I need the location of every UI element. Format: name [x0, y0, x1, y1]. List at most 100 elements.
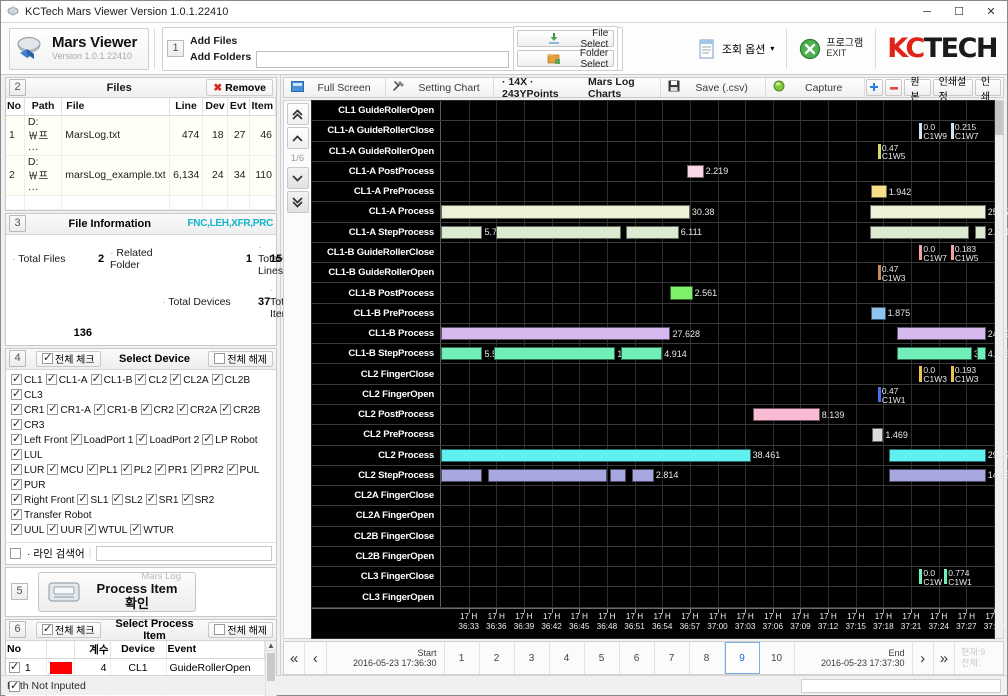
chart-bar[interactable]	[626, 225, 679, 239]
original-button[interactable]: 원본	[904, 77, 931, 103]
chart-marker[interactable]	[950, 366, 954, 382]
folder-select-button[interactable]: Folder Select	[517, 48, 615, 70]
device-checkbox-sr2[interactable]: SR2	[181, 492, 214, 507]
zoom-in-button[interactable]	[865, 79, 884, 96]
device-checkbox-pul[interactable]: PUL	[226, 462, 259, 477]
device-checkbox-cr1[interactable]: CR1	[11, 402, 44, 417]
device-checkbox-sl2[interactable]: SL2	[111, 492, 143, 507]
nav-prev-button[interactable]	[286, 127, 309, 149]
device-checkbox-cl1-b[interactable]: CL1-B	[90, 372, 132, 387]
page-number-6[interactable]: 6	[620, 642, 655, 674]
table-row[interactable]: 1 D:￦프··· MarsLog.txt 474 18 27 46	[6, 115, 277, 156]
device-checkbox-right-front[interactable]: Right Front	[11, 492, 74, 507]
chart-bar[interactable]	[872, 428, 884, 442]
chart-marker[interactable]	[950, 123, 954, 139]
process-item-check-button[interactable]: Mars Log Process Item 확인	[38, 571, 196, 612]
device-uncheck-all-button[interactable]: 전체 해제	[208, 350, 273, 367]
capture-button[interactable]: Capture	[766, 78, 865, 97]
page-number-7[interactable]: 7	[655, 642, 690, 674]
page-prev-button[interactable]: ‹	[305, 642, 327, 674]
device-checkbox-loadport-2[interactable]: LoadPort 2	[136, 432, 199, 447]
add-files-label[interactable]: Add Files	[190, 35, 251, 47]
nav-first-button[interactable]	[286, 103, 309, 125]
chart-marker[interactable]	[919, 123, 923, 139]
device-checkbox-cl1[interactable]: CL1	[11, 372, 43, 387]
page-first-button[interactable]: «	[284, 642, 306, 674]
device-checkbox-cr1-b[interactable]: CR1-B	[93, 402, 138, 417]
chart-bar[interactable]	[974, 225, 986, 239]
chart-bar[interactable]	[871, 185, 887, 199]
device-checkbox-cr3[interactable]: CR3	[11, 417, 44, 432]
chart-bar[interactable]	[620, 347, 663, 361]
chart-bar[interactable]	[670, 286, 693, 300]
device-checkbox-uur[interactable]: UUR	[47, 522, 82, 537]
minimize-button[interactable]: ─	[911, 1, 943, 23]
print-setup-button[interactable]: 인쇄설정	[932, 77, 973, 103]
nav-next-button[interactable]	[286, 167, 309, 189]
chart-marker[interactable]	[919, 366, 923, 382]
close-button[interactable]: ✕	[975, 1, 1007, 23]
device-checkbox-sl1[interactable]: SL1	[77, 492, 109, 507]
page-last-button[interactable]: »	[934, 642, 956, 674]
page-number-1[interactable]: 1	[445, 642, 480, 674]
scrollbar-thumb[interactable]	[995, 101, 1003, 135]
setting-chart-button[interactable]: Setting Chart	[386, 78, 494, 97]
chart-bar[interactable]	[869, 205, 986, 219]
chart-vertical-scrollbar[interactable]	[995, 100, 1004, 639]
device-checkbox-pr2[interactable]: PR2	[190, 462, 224, 477]
device-checkbox-lur[interactable]: LUR	[11, 462, 44, 477]
chart-marker[interactable]	[919, 244, 923, 261]
page-number-5[interactable]: 5	[585, 642, 620, 674]
print-button[interactable]: 인쇄	[974, 77, 1001, 103]
device-checkbox-cl2a[interactable]: CL2A	[170, 372, 209, 387]
chart-bar[interactable]	[888, 468, 986, 483]
chart-bar[interactable]	[631, 468, 654, 483]
device-checkbox-cr2a[interactable]: CR2A	[176, 402, 217, 417]
device-checkbox-pl2[interactable]: PL2	[120, 462, 152, 477]
device-checkbox-cl2b[interactable]: CL2B	[211, 372, 250, 387]
chart-bar[interactable]	[441, 347, 483, 361]
process-table-scrollbar[interactable]: ▲ ▼	[265, 640, 276, 696]
device-checkbox-cr2b[interactable]: CR2B	[220, 402, 260, 417]
device-checkbox-left-front[interactable]: Left Front	[11, 432, 68, 447]
device-checkbox-cl1-a[interactable]: CL1-A	[45, 372, 88, 387]
chart-marker[interactable]	[919, 569, 923, 585]
exit-button[interactable]: 프로그램 EXIT	[792, 32, 870, 66]
page-next-button[interactable]: ›	[913, 642, 934, 674]
nav-last-button[interactable]	[286, 191, 309, 213]
process-check-all-button[interactable]: 전체 체크	[36, 621, 101, 638]
process-uncheck-all-button[interactable]: 전체 해제	[208, 621, 273, 638]
chart-marker[interactable]	[944, 569, 948, 585]
chart-bar[interactable]	[496, 225, 621, 239]
device-checkbox-wtur[interactable]: WTUR	[130, 522, 174, 537]
device-checkbox-pr1[interactable]: PR1	[154, 462, 188, 477]
chart-bar[interactable]	[488, 468, 607, 483]
chart-bar[interactable]	[869, 225, 970, 239]
chart-bar[interactable]	[441, 468, 483, 483]
path-input[interactable]	[256, 50, 510, 68]
chart-bar[interactable]	[977, 347, 986, 361]
chart-marker[interactable]	[877, 386, 881, 402]
remove-button[interactable]: ✖ Remove	[206, 79, 273, 96]
page-number-8[interactable]: 8	[690, 642, 725, 674]
device-checkbox-cr2[interactable]: CR2	[140, 402, 174, 417]
file-select-button[interactable]: File Select	[517, 28, 615, 50]
device-checkbox-pur[interactable]: PUR	[11, 477, 46, 492]
device-checkbox-loadport-1[interactable]: LoadPort 1	[70, 432, 133, 447]
device-checkbox-cl3[interactable]: CL3	[11, 387, 43, 402]
device-checkbox-sr1[interactable]: SR1	[145, 492, 179, 507]
query-option-button[interactable]: 조회 옵션 ▾	[691, 32, 782, 66]
save-csv-button[interactable]: Save (.csv)	[659, 78, 766, 97]
page-number-9[interactable]: 9	[724, 642, 760, 674]
chart-bar[interactable]	[871, 306, 886, 320]
chart-bar[interactable]	[493, 347, 616, 361]
chart-bar[interactable]	[441, 326, 671, 341]
device-checkbox-uul[interactable]: UUL	[11, 522, 44, 537]
chart-marker[interactable]	[950, 244, 954, 261]
page-number-2[interactable]: 2	[480, 642, 515, 674]
chart-bar[interactable]	[441, 225, 483, 239]
device-check-all-button[interactable]: 전체 체크	[36, 350, 101, 367]
page-number-10[interactable]: 10	[760, 642, 795, 674]
chart-plot[interactable]: CL1 GuideRollerOpen CL1-A GuideRollerClos…	[311, 100, 1008, 639]
chart-bar[interactable]	[753, 407, 820, 422]
